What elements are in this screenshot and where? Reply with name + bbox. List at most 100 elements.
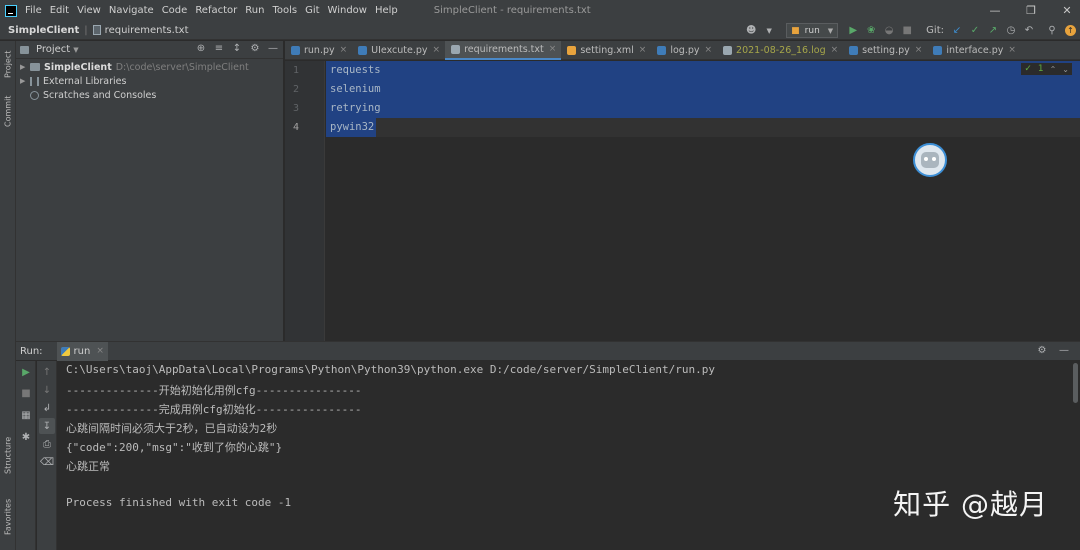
code-line: pywin32 <box>326 118 377 137</box>
minimize-icon[interactable]: — <box>988 4 1002 17</box>
chevron-right-icon[interactable]: ▶ <box>20 63 30 71</box>
coverage-icon[interactable]: ◒ <box>881 23 897 39</box>
tab-setting-py[interactable]: setting.py × <box>843 41 927 60</box>
chevron-down-icon[interactable]: ▼ <box>761 23 777 39</box>
tree-item-scratches[interactable]: Scratches and Consoles <box>16 88 283 102</box>
trash-icon[interactable]: ⌫ <box>39 454 55 470</box>
run-icon[interactable]: ▶ <box>845 23 861 39</box>
tree-item-external-libraries[interactable]: ▶ External Libraries <box>16 74 283 88</box>
pin-icon[interactable]: ✱ <box>18 429 34 445</box>
gear-icon[interactable]: ⚙ <box>1036 345 1048 356</box>
breadcrumb-file[interactable]: requirements.txt <box>105 25 189 36</box>
line-number: 2 <box>292 84 299 95</box>
breadcrumb-project[interactable]: SimpleClient <box>8 25 79 36</box>
print-icon[interactable]: ⎙ <box>39 436 55 452</box>
close-icon[interactable]: × <box>1008 45 1016 55</box>
menu-refactor[interactable]: Refactor <box>195 5 237 16</box>
menu-view[interactable]: View <box>77 5 101 16</box>
close-icon[interactable]: × <box>831 45 839 55</box>
run-tab[interactable]: run × <box>56 341 108 361</box>
close-icon[interactable]: × <box>96 346 104 356</box>
tab-interface-py[interactable]: interface.py × <box>927 41 1021 60</box>
gear-icon[interactable]: ⚙ <box>249 43 261 54</box>
console-line: 心跳正常 <box>66 460 110 473</box>
rollback-icon[interactable]: ↶ <box>1021 23 1037 39</box>
menu-tools[interactable]: Tools <box>272 5 297 16</box>
stop-icon[interactable]: ■ <box>899 23 915 39</box>
ide-update-icon[interactable]: ↑ <box>1065 25 1076 36</box>
inspection-widget[interactable]: ✓ 1 ⌃ ⌄ <box>1021 63 1072 75</box>
tab-uiexcute-py[interactable]: UIexcute.py × <box>352 41 445 60</box>
tab-setting-xml[interactable]: setting.xml × <box>561 41 651 60</box>
console-scrollbar[interactable] <box>1073 363 1078 403</box>
menu-file[interactable]: File <box>25 5 42 16</box>
debug-icon[interactable]: ❀ <box>863 23 879 39</box>
python-config-icon: ■ <box>791 25 800 36</box>
close-icon[interactable]: × <box>433 45 441 55</box>
collapse-all-icon[interactable]: ↕ <box>231 43 243 54</box>
run-panel-label: Run: <box>20 345 43 357</box>
menu-edit[interactable]: Edit <box>50 5 69 16</box>
menu-run[interactable]: Run <box>245 5 264 16</box>
locate-icon[interactable]: ⊕ <box>195 43 207 54</box>
stop-icon[interactable]: ■ <box>18 385 34 401</box>
chevron-down-icon: ▼ <box>827 26 834 35</box>
arrow-up-icon[interactable]: ↑ <box>39 364 55 380</box>
history-icon[interactable]: ◷ <box>1003 23 1019 39</box>
close-icon[interactable]: ✕ <box>1060 4 1074 17</box>
tab-log-py[interactable]: log.py × <box>651 41 717 60</box>
menu-git[interactable]: Git <box>305 5 319 16</box>
chevron-down-icon[interactable]: ⌄ <box>1062 65 1069 74</box>
tab-run-py[interactable]: run.py × <box>285 41 352 60</box>
run-header-tools: ⚙ — <box>1036 345 1070 356</box>
close-icon[interactable]: × <box>915 45 923 55</box>
tab-label: setting.xml <box>580 44 634 56</box>
close-icon[interactable]: × <box>340 45 348 55</box>
restore-icon[interactable]: ❐ <box>1024 4 1038 17</box>
tab-log-file[interactable]: 2021-08-26_16.log × <box>717 41 843 60</box>
menu-help[interactable]: Help <box>375 5 398 16</box>
project-panel-title[interactable]: Project <box>36 44 70 55</box>
menu-navigate[interactable]: Navigate <box>109 5 154 16</box>
code-line: requests <box>326 61 1080 80</box>
project-tool-tab[interactable]: Project <box>0 45 16 83</box>
chevron-up-icon[interactable]: ⌃ <box>1050 65 1057 74</box>
search-icon[interactable]: ⚲ <box>1044 23 1060 39</box>
close-icon[interactable]: × <box>639 45 647 55</box>
line-number: 1 <box>292 65 299 76</box>
expand-all-icon[interactable]: ≡ <box>213 43 225 54</box>
avatar[interactable] <box>913 143 947 177</box>
tab-requirements-txt[interactable]: requirements.txt × <box>445 40 562 60</box>
scroll-to-end-icon[interactable]: ↧ <box>39 418 55 434</box>
window-title: SimpleClient - requirements.txt <box>433 5 591 16</box>
run-toolbar-secondary: ↑ ↓ ↲ ↧ ⎙ ⌫ <box>37 361 57 550</box>
editor-tabs: run.py × UIexcute.py × requirements.txt … <box>285 40 1080 60</box>
close-icon[interactable]: × <box>549 44 557 54</box>
run-configuration-select[interactable]: ■ run ▼ <box>786 23 839 38</box>
tree-item-simpleclient[interactable]: ▶ SimpleClient D:\code\server\SimpleClie… <box>16 60 283 74</box>
arrow-down-icon[interactable]: ↓ <box>39 382 55 398</box>
chevron-down-icon[interactable]: ▼ <box>73 46 78 54</box>
close-icon[interactable]: × <box>705 45 713 55</box>
user-icon[interactable]: ☻ <box>743 23 759 39</box>
commit-tool-tab[interactable]: Commit <box>0 93 16 129</box>
git-push-icon[interactable]: ↗ <box>985 23 1001 39</box>
favorites-tool-tab[interactable]: Favorites <box>0 496 16 538</box>
git-update-icon[interactable]: ↙ <box>949 23 965 39</box>
structure-tool-tab[interactable]: Structure <box>0 433 16 477</box>
menu-code[interactable]: Code <box>162 5 188 16</box>
hide-icon[interactable]: — <box>267 43 279 54</box>
rerun-icon[interactable]: ▶ <box>18 364 34 380</box>
chevron-right-icon[interactable]: ▶ <box>20 77 30 85</box>
project-panel-header: Project ▼ ⊕ ≡ ↕ ⚙ — <box>16 41 283 59</box>
soft-wrap-icon[interactable]: ↲ <box>39 400 55 416</box>
menu-window[interactable]: Window <box>328 5 367 16</box>
code-editor[interactable]: 1 2 3 4 requests selenium retrying pywin… <box>285 61 1080 341</box>
layout-icon[interactable]: ▦ <box>18 407 34 423</box>
console-line: {"code":200,"msg":"收到了你的心跳"} <box>66 441 283 454</box>
tab-label: interface.py <box>946 44 1004 56</box>
hide-icon[interactable]: — <box>1058 345 1070 356</box>
menu-bar: File Edit View Navigate Code Refactor Ru… <box>0 0 1080 21</box>
console-line: 心跳间隔时间必须大于2秒，已自动设为2秒 <box>66 422 278 435</box>
git-commit-icon[interactable]: ✓ <box>967 23 983 39</box>
